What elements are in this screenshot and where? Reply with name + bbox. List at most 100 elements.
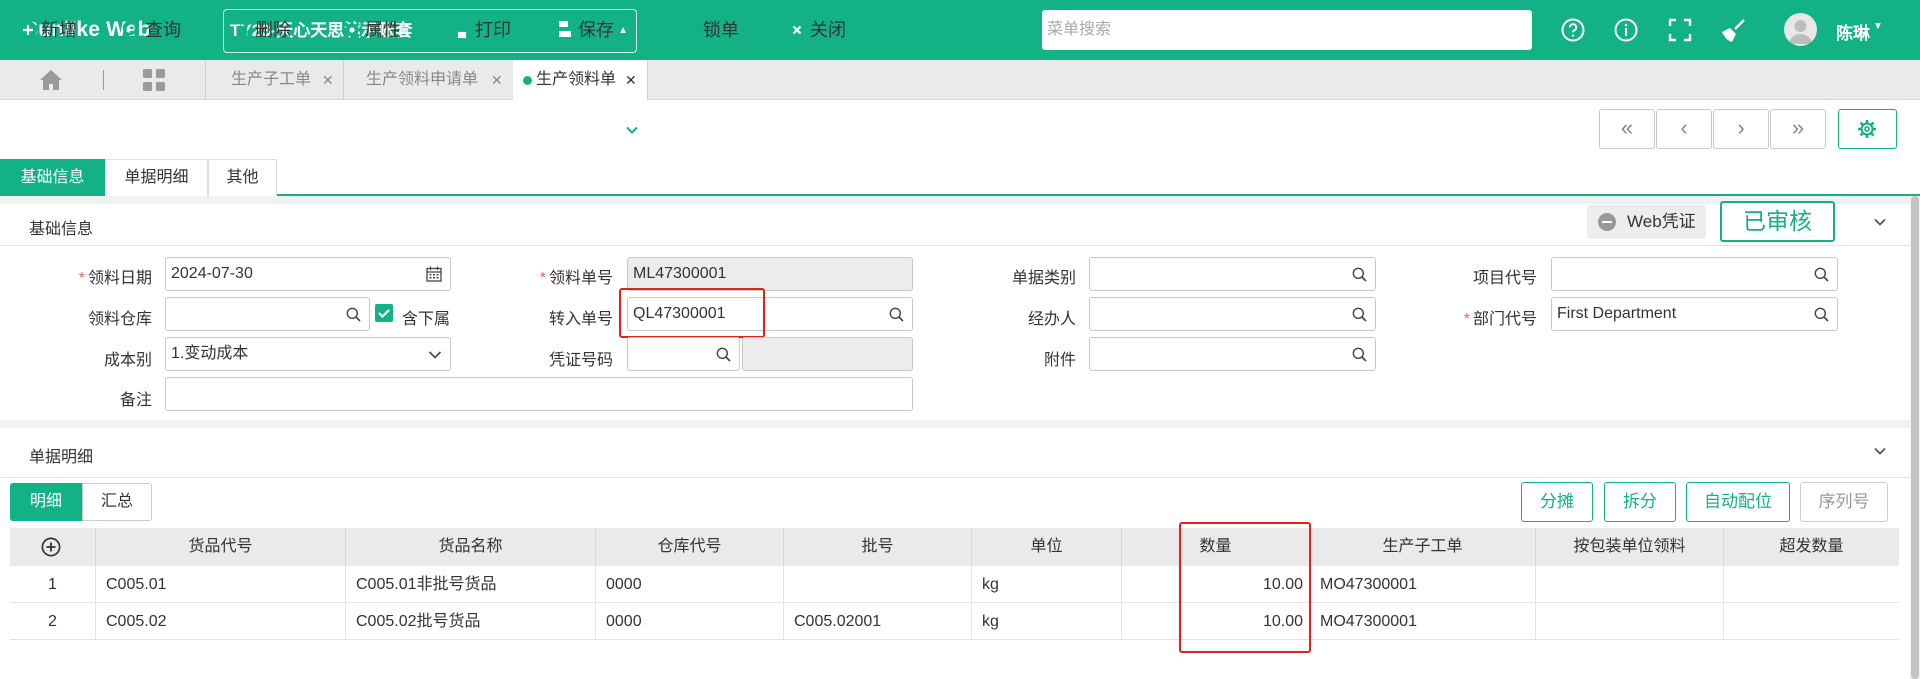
avatar[interactable] <box>1784 13 1817 46</box>
form-section-tabs: 基础信息 单据明细 其他 <box>0 158 1920 196</box>
tab-material-request[interactable]: 生产领料申请单 ✕ <box>343 60 513 100</box>
sub-order-cell[interactable]: MO47300001 <box>1310 566 1536 603</box>
next-record-button[interactable]: › <box>1713 109 1769 149</box>
item-name-cell[interactable]: C005.01非批号货品 <box>346 566 596 603</box>
auto-locate-button[interactable]: 自动配位 <box>1686 482 1790 522</box>
chevron-down-icon[interactable] <box>1873 215 1887 229</box>
issue-no-field: ML47300001 <box>627 257 913 291</box>
tab-document-detail[interactable]: 单据明细 <box>105 159 208 196</box>
section-title: 单据明细 <box>29 449 94 466</box>
doc-type-field[interactable] <box>1089 257 1376 291</box>
save-button[interactable]: 保存 <box>555 18 617 42</box>
project-code-field[interactable] <box>1551 257 1838 291</box>
tab-material-issue[interactable]: 生产领料单 ✕ <box>513 60 647 100</box>
item-code-cell[interactable]: C005.01 <box>96 566 346 603</box>
handler-label: 经办人 <box>1027 311 1076 328</box>
close-icon[interactable]: ✕ <box>322 60 334 100</box>
unit-cell[interactable]: kg <box>972 603 1122 640</box>
over-issue-cell[interactable] <box>1724 603 1899 640</box>
chevron-down-icon[interactable] <box>1873 444 1887 458</box>
pack-unit-cell[interactable] <box>1536 566 1724 603</box>
help-icon[interactable] <box>1560 17 1586 43</box>
properties-button[interactable]: 属性 <box>342 18 404 42</box>
warehouse-cell[interactable]: 0000 <box>596 603 784 640</box>
warehouse-field[interactable] <box>165 297 370 331</box>
previous-record-button[interactable]: ‹ <box>1656 109 1712 149</box>
column-header[interactable]: 仓库代号 <box>596 528 784 566</box>
clear-cache-broom-icon[interactable] <box>1720 17 1746 43</box>
column-header[interactable]: 货品名称 <box>346 528 596 566</box>
column-header[interactable]: 超发数量 <box>1724 528 1899 566</box>
add-row-header[interactable] <box>10 528 96 566</box>
item-name-cell[interactable]: C005.02批号货品 <box>346 603 596 640</box>
menu-search-input[interactable]: 菜单搜索 <box>1042 10 1532 50</box>
voucher-extra-field <box>742 337 913 371</box>
voucher-no-field[interactable] <box>627 337 740 371</box>
search-icon[interactable] <box>1352 267 1367 282</box>
close-page-button[interactable]: 关闭 <box>787 18 849 42</box>
column-header[interactable]: 货品代号 <box>96 528 346 566</box>
status-badge: 已审核 <box>1720 201 1835 242</box>
table-row[interactable]: 1 C005.01 C005.01非批号货品 0000 kg 10.00 MO4… <box>10 566 1899 603</box>
column-header[interactable]: 批号 <box>784 528 972 566</box>
new-button[interactable]: 新增 <box>18 18 80 42</box>
search-icon[interactable] <box>716 347 731 362</box>
split-button[interactable]: 拆分 <box>1604 482 1676 522</box>
column-header[interactable]: 生产子工单 <box>1310 528 1536 566</box>
table-row[interactable]: 2 C005.02 C005.02批号货品 0000 C005.02001 kg… <box>10 603 1899 640</box>
tab-detail[interactable]: 明细 <box>10 483 82 521</box>
caret-down-icon[interactable]: ▼ <box>1873 21 1883 32</box>
search-icon[interactable] <box>1814 267 1829 282</box>
info-icon[interactable] <box>1613 17 1639 43</box>
tab-other[interactable]: 其他 <box>208 159 277 196</box>
search-icon[interactable] <box>1352 307 1367 322</box>
web-voucher-button[interactable]: Web凭证 <box>1587 205 1706 239</box>
column-header[interactable]: 单位 <box>972 528 1122 566</box>
plus-circle-icon[interactable] <box>41 537 61 557</box>
scrollbar-thumb[interactable] <box>1911 196 1919 679</box>
include-sub-checkbox[interactable] <box>375 304 393 322</box>
attachment-field[interactable] <box>1089 337 1376 371</box>
apps-grid-icon[interactable] <box>142 68 166 92</box>
search-icon[interactable] <box>1814 307 1829 322</box>
item-code-cell[interactable]: C005.02 <box>96 603 346 640</box>
scrollbar[interactable] <box>1910 196 1920 679</box>
tab-production-sub-order[interactable]: 生产子工单 ✕ <box>205 60 343 100</box>
first-record-button[interactable]: « <box>1599 109 1655 149</box>
calendar-icon[interactable] <box>426 266 442 282</box>
warehouse-cell[interactable]: 0000 <box>596 566 784 603</box>
lock-button[interactable]: 锁单 <box>680 18 742 42</box>
serial-number-button[interactable]: 序列号 <box>1800 482 1888 522</box>
settings-button[interactable] <box>1838 109 1897 149</box>
close-icon[interactable]: ✕ <box>625 60 637 100</box>
delete-button[interactable]: 删除 <box>232 18 294 42</box>
batch-cell[interactable]: C005.02001 <box>784 603 972 640</box>
home-icon[interactable] <box>38 68 64 92</box>
tab-summary[interactable]: 汇总 <box>82 483 152 521</box>
pack-unit-cell[interactable] <box>1536 603 1724 640</box>
search-icon[interactable] <box>889 307 904 322</box>
tab-label: 生产子工单 <box>231 71 312 88</box>
close-icon[interactable]: ✕ <box>491 60 503 100</box>
user-name[interactable]: 陈琳 <box>1836 19 1870 44</box>
sub-order-cell[interactable]: MO47300001 <box>1310 603 1536 640</box>
handler-field[interactable] <box>1089 297 1376 331</box>
remark-field[interactable] <box>165 377 913 411</box>
query-button[interactable]: 查询 <box>122 18 184 42</box>
last-record-button[interactable]: » <box>1770 109 1826 149</box>
search-icon[interactable] <box>346 307 361 322</box>
search-icon[interactable] <box>1352 347 1367 362</box>
department-field[interactable]: First Department <box>1551 297 1838 331</box>
fullscreen-icon[interactable] <box>1667 17 1693 43</box>
allocate-button[interactable]: 分摊 <box>1521 482 1593 522</box>
unit-cell[interactable]: kg <box>972 566 1122 603</box>
chevron-down-icon[interactable] <box>428 348 442 362</box>
tab-basic-info[interactable]: 基础信息 <box>0 159 105 196</box>
print-button[interactable]: 打印 <box>452 18 514 42</box>
batch-cell[interactable] <box>784 566 972 603</box>
chevron-down-icon[interactable] <box>625 123 639 137</box>
cost-type-select[interactable]: 1.变动成本 <box>165 337 451 371</box>
over-issue-cell[interactable] <box>1724 566 1899 603</box>
column-header[interactable]: 按包装单位领料 <box>1536 528 1724 566</box>
issue-date-field[interactable]: 2024-07-30 <box>165 257 451 291</box>
